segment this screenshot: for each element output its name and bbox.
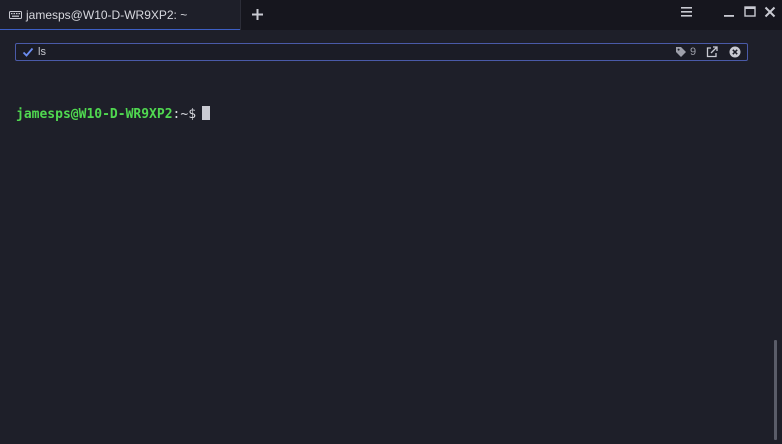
text-cursor <box>202 106 211 120</box>
prompt-line: jamesps@W10-D-WR9XP2:~$ <box>16 106 756 124</box>
tab-title: jamesps@W10-D-WR9XP2: ~ <box>26 7 188 22</box>
tab-terminal[interactable]: jamesps@W10-D-WR9XP2: ~ <box>0 0 240 30</box>
external-link-icon[interactable] <box>706 46 718 58</box>
scrollbar-thumb[interactable] <box>774 340 777 440</box>
tag-count: 9 <box>690 46 697 58</box>
close-icon[interactable] <box>762 4 778 20</box>
title-bar: jamesps@W10-D-WR9XP2: ~ <box>0 0 782 30</box>
minimize-icon[interactable] <box>721 4 737 20</box>
maximize-icon[interactable] <box>742 4 758 20</box>
terminal-window: jamesps@W10-D-WR9XP2: ~ ls 9 jamesps@W10… <box>0 0 782 444</box>
terminal-output[interactable]: jamesps@W10-D-WR9XP2:~$ <box>16 70 756 430</box>
circle-x-icon[interactable] <box>729 46 741 58</box>
tag-icon <box>676 47 686 57</box>
search-input[interactable] <box>38 44 638 60</box>
hamburger-icon[interactable] <box>679 4 695 20</box>
keyboard-icon <box>9 10 22 19</box>
search-bar: 9 <box>15 43 748 61</box>
prompt-path: :~$ <box>172 107 197 122</box>
check-icon <box>22 47 34 57</box>
plus-icon[interactable] <box>250 7 265 22</box>
prompt-user: jamesps@W10-D-WR9XP2 <box>16 107 173 122</box>
tab-divider <box>240 0 241 30</box>
